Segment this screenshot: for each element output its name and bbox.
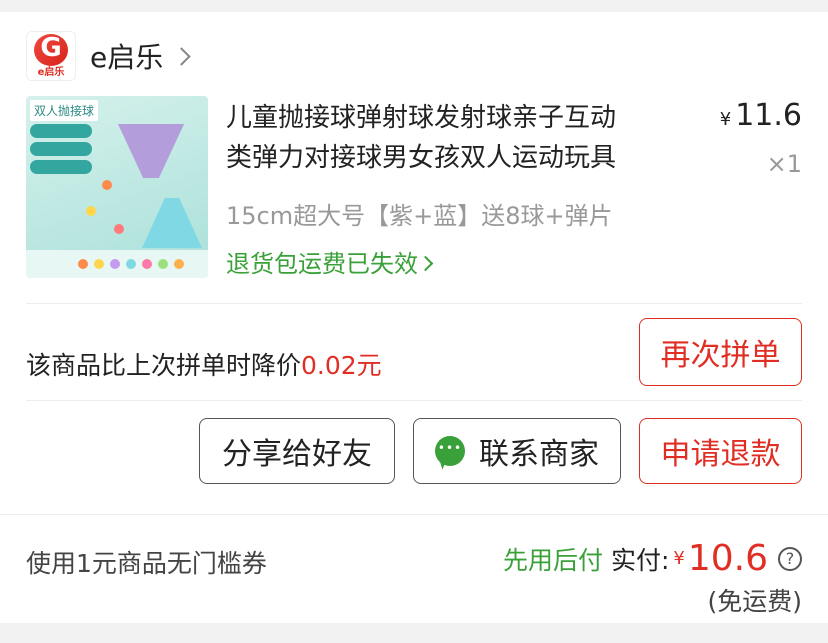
thumbnail-feature-pill xyxy=(30,124,92,138)
ball-image xyxy=(94,259,104,269)
ball-image xyxy=(110,259,120,269)
price-drop-text: 该商品比上次拼单时降价 xyxy=(26,351,302,380)
product-quantity: ×1 xyxy=(766,150,802,178)
shipping-note: (免运费) xyxy=(707,587,802,616)
coupon-text[interactable]: 使用1元商品无门槛券 xyxy=(26,544,267,580)
shop-logo: e启乐 xyxy=(26,31,76,81)
paid-label: 实付: xyxy=(610,545,670,575)
product-title-line: 类弹力对接球男女孩双人运动玩具 xyxy=(226,143,617,173)
blue-catcher-image xyxy=(142,198,202,248)
help-icon[interactable]: ? xyxy=(778,546,802,571)
purple-catcher-image xyxy=(118,124,184,178)
product-title[interactable]: 儿童抛接球弹射球发射球亲子互动 类弹力对接球男女孩双人运动玩具 xyxy=(226,98,696,178)
price-drop-amount: 0.02元 xyxy=(301,351,382,380)
logo-text: e启乐 xyxy=(37,67,65,78)
thumbnail-tag: 双人抛接球 xyxy=(30,100,99,121)
thumbnail-feature-pill xyxy=(30,142,92,156)
thumbnail-ball-strip xyxy=(26,250,208,278)
ball-image xyxy=(126,259,136,269)
currency-symbol: ¥ xyxy=(719,109,732,130)
pay-later-label: 先用后付 xyxy=(502,545,603,575)
ball-image xyxy=(174,259,184,269)
paid-total: 10.6 xyxy=(687,538,768,579)
thumbnail-feature-pill xyxy=(30,160,92,174)
price-drop-notice: 该商品比上次拼单时降价0.02元 xyxy=(26,346,382,382)
currency-symbol: ¥ xyxy=(673,548,685,569)
logo-mark xyxy=(34,33,68,66)
chat-icon xyxy=(435,436,465,466)
ball-image xyxy=(114,224,124,234)
price-value: 11.6 xyxy=(735,98,802,133)
ball-image xyxy=(158,259,168,269)
return-shipping-status[interactable]: 退货包运费已失效 xyxy=(226,244,434,279)
payment-summary: 先用后付 实付: ¥ 10.6 ? xyxy=(503,538,802,579)
share-button[interactable]: 分享给好友 xyxy=(199,418,395,484)
reorder-button[interactable]: 再次拼单 xyxy=(639,318,802,386)
chevron-right-icon xyxy=(417,255,434,272)
divider xyxy=(0,514,828,515)
refund-button[interactable]: 申请退款 xyxy=(639,418,802,484)
return-shipping-status-text: 退货包运费已失效 xyxy=(226,250,418,278)
ball-image xyxy=(78,259,88,269)
divider xyxy=(26,400,802,401)
product-title-line: 儿童抛接球弹射球发射球亲子互动 xyxy=(226,103,617,133)
ball-image xyxy=(102,180,112,190)
chevron-right-icon xyxy=(172,46,191,66)
shop-header[interactable]: e启乐 e启乐 xyxy=(26,31,191,81)
shop-name[interactable]: e启乐 xyxy=(90,36,163,76)
ball-image xyxy=(86,206,96,216)
divider xyxy=(26,303,802,304)
ball-image xyxy=(142,259,152,269)
product-thumbnail[interactable]: 双人抛接球 xyxy=(26,96,208,278)
contact-seller-button[interactable]: 联系商家 xyxy=(413,418,621,484)
product-spec: 15cm超大号【紫+蓝】送8球+弹片 xyxy=(226,202,613,230)
contact-seller-label: 联系商家 xyxy=(479,437,599,472)
product-price: ¥11.6 xyxy=(720,98,802,133)
order-card: e启乐 e启乐 双人抛接球 儿童抛接球弹射球发射球亲子互动 类弹力对接球男女孩双… xyxy=(0,12,828,623)
